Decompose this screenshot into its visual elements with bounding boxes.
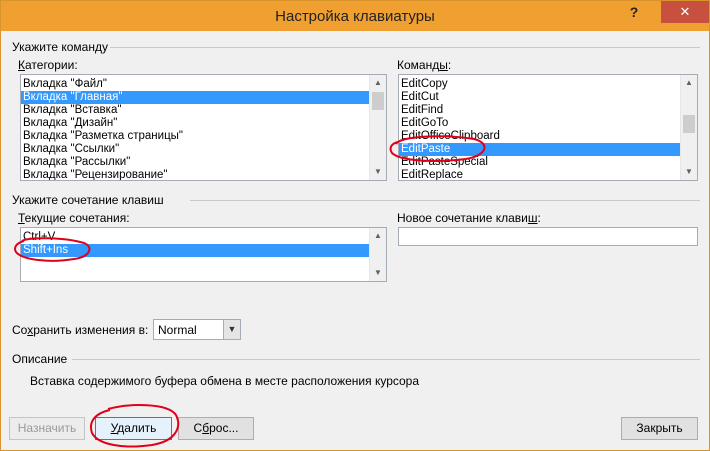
list-item[interactable]: Вкладка "Вставка" (21, 104, 386, 117)
description-heading: Описание (12, 352, 68, 366)
scroll-up-icon[interactable]: ▲ (370, 75, 386, 91)
save-in-combobox[interactable]: Normal ▼ (153, 319, 241, 340)
list-item[interactable]: EditFind (399, 104, 697, 117)
close-button[interactable]: Закрыть (621, 417, 698, 440)
scroll-up-icon[interactable]: ▲ (370, 228, 386, 244)
list-item-selected[interactable]: Shift+Ins (21, 244, 386, 257)
current-keys-label: Текущие сочетания: (18, 211, 130, 225)
list-item[interactable]: Вкладка "Файл" (21, 78, 386, 91)
new-shortcut-label: Новое сочетание клавиш: (397, 211, 541, 225)
scroll-down-icon[interactable]: ▼ (370, 164, 386, 180)
current-keys-listbox[interactable]: Ctrl+V Shift+Ins ▲ ▼ (20, 227, 387, 282)
title-bar[interactable]: Настройка клавиатуры ? ✕ (1, 1, 709, 31)
current-keys-scrollbar[interactable]: ▲ ▼ (369, 228, 386, 281)
keyboard-customize-dialog: Настройка клавиатуры ? ✕ Укажите команду… (0, 0, 710, 451)
commands-scrollbar[interactable]: ▲ ▼ (680, 75, 697, 180)
list-item[interactable]: EditOfficeClipboard (399, 130, 697, 143)
list-item[interactable]: EditPasteSpecial (399, 156, 697, 169)
section-divider (190, 200, 700, 201)
new-shortcut-input[interactable] (398, 227, 698, 246)
reset-button[interactable]: Сброс... (178, 417, 254, 440)
list-item[interactable]: Вкладка "Рассылки" (21, 156, 386, 169)
commands-listbox[interactable]: EditCopy EditCut EditFind EditGoTo EditO… (398, 74, 698, 181)
list-item[interactable]: Вкладка "Дизайн" (21, 117, 386, 130)
close-window-button[interactable]: ✕ (661, 1, 709, 23)
list-item[interactable]: Вкладка "Рецензирование" (21, 169, 386, 180)
list-item[interactable]: Вкладка "Ссылки" (21, 143, 386, 156)
list-item[interactable]: EditCut (399, 91, 697, 104)
scroll-up-icon[interactable]: ▲ (681, 75, 697, 91)
scroll-down-icon[interactable]: ▼ (681, 164, 697, 180)
list-item[interactable]: EditCopy (399, 78, 697, 91)
command-section-heading: Укажите команду (12, 40, 108, 54)
delete-button[interactable]: Удалить (95, 417, 172, 440)
window-title: Настройка клавиатуры (275, 8, 435, 25)
list-item[interactable]: Вкладка "Разметка страницы" (21, 130, 386, 143)
save-changes-label: Сохранить изменения в: (12, 323, 149, 337)
help-button[interactable]: ? (621, 1, 647, 23)
scroll-thumb[interactable] (372, 92, 384, 110)
list-item[interactable]: Ctrl+V (21, 231, 386, 244)
scroll-down-icon[interactable]: ▼ (370, 265, 386, 281)
section-divider (72, 359, 700, 360)
list-item-selected[interactable]: Вкладка "Главная" (21, 91, 386, 104)
list-item[interactable]: EditReplace (399, 169, 697, 180)
scroll-thumb[interactable] (683, 115, 695, 133)
chevron-down-icon[interactable]: ▼ (223, 320, 240, 339)
shortcut-section-heading: Укажите сочетание клавиш (12, 193, 164, 207)
list-item[interactable]: EditGoTo (399, 117, 697, 130)
section-divider (110, 47, 700, 48)
dialog-body: Укажите команду Категории: Команды: Вкла… (4, 31, 706, 449)
save-in-value: Normal (158, 323, 197, 337)
description-text: Вставка содержимого буфера обмена в мест… (30, 374, 420, 388)
categories-listbox[interactable]: Вкладка "Файл" Вкладка "Главная" Вкладка… (20, 74, 387, 181)
assign-button[interactable]: Назначить (9, 417, 85, 440)
commands-label: Команды: (397, 58, 452, 72)
categories-label: Категории: (18, 58, 78, 72)
list-item-selected[interactable]: EditPaste (399, 143, 697, 156)
categories-scrollbar[interactable]: ▲ ▼ (369, 75, 386, 180)
